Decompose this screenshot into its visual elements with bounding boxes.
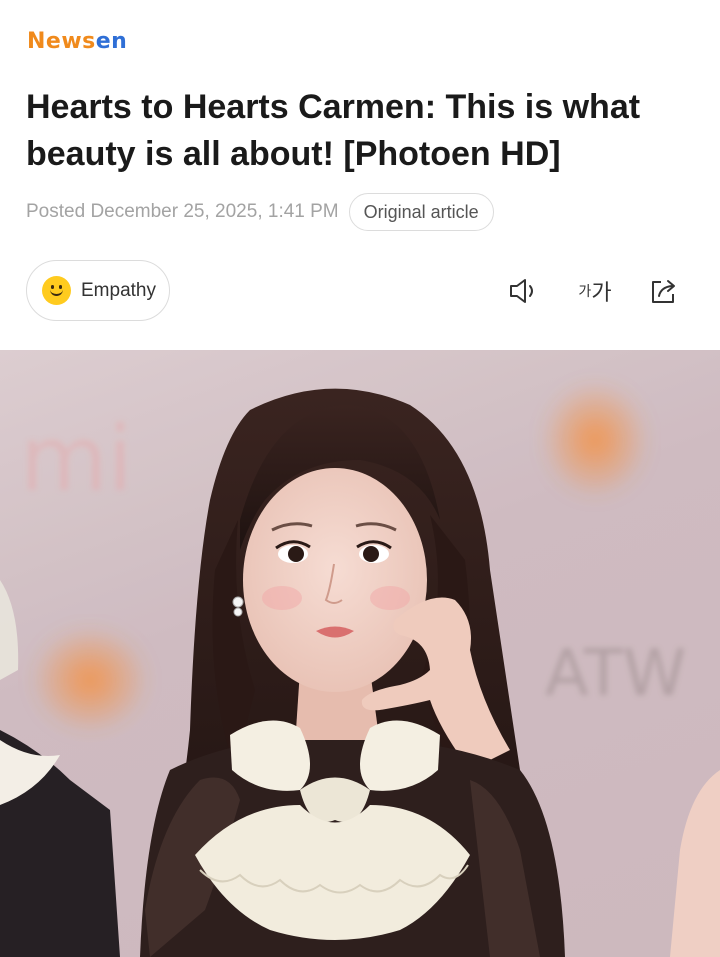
logo-part-news: News (27, 29, 96, 54)
share-icon[interactable] (646, 272, 682, 310)
article-headline: Hearts to Hearts Carmen: This is what be… (26, 88, 641, 173)
posted-date: Posted December 25, 2025, 1:41 PM (26, 201, 339, 223)
speaker-icon[interactable] (506, 272, 542, 310)
article-page: Newsen Hearts to Hearts Carmen: This is … (0, 0, 720, 957)
posted-datetime: December 25, 2025, 1:41 PM (90, 201, 339, 222)
font-big-glyph: 가 (591, 281, 612, 306)
photo-illustration: mi ATW (0, 350, 720, 957)
original-article-button[interactable]: Original article (348, 193, 494, 231)
empathy-button[interactable]: Empathy (26, 260, 170, 321)
empathy-label: Empathy (81, 279, 156, 301)
font-small-glyph: 가 (578, 284, 592, 300)
smiley-icon (42, 276, 71, 305)
newsen-logo[interactable]: Newsen (27, 28, 127, 56)
logo-part-en: en (95, 29, 128, 54)
article-meta: Posted December 25, 2025, 1:41 PM Origin… (26, 193, 494, 231)
article-photo[interactable]: mi ATW (0, 350, 720, 957)
font-size-button[interactable]: 가가 (574, 272, 616, 310)
posted-label: Posted (26, 201, 86, 222)
